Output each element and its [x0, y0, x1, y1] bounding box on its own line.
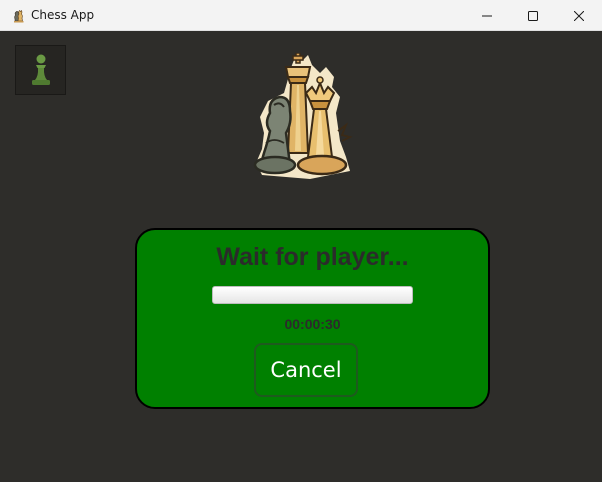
wait-title: Wait for player...	[216, 243, 409, 271]
window-title: Chess App	[31, 8, 95, 22]
title-bar: Chess App	[0, 0, 602, 31]
chess-pieces-icon	[14, 9, 24, 23]
countdown-timer: 00:00:30	[284, 316, 341, 332]
progress-bar	[212, 286, 413, 304]
chess-pieces-logo	[253, 53, 353, 179]
close-icon	[574, 10, 584, 21]
minimize-icon	[482, 15, 492, 16]
maximize-button[interactable]	[510, 0, 556, 31]
close-button[interactable]	[556, 0, 602, 31]
cancel-button[interactable]: Cancel	[254, 343, 358, 397]
minimize-button[interactable]	[464, 0, 510, 31]
pawn-icon	[31, 54, 50, 85]
wait-dialog: Wait for player... 00:00:30 Cancel	[135, 228, 490, 409]
maximize-icon	[528, 10, 538, 21]
pawn-button[interactable]	[15, 45, 66, 95]
main-content: Wait for player... 00:00:30 Cancel	[0, 31, 602, 482]
